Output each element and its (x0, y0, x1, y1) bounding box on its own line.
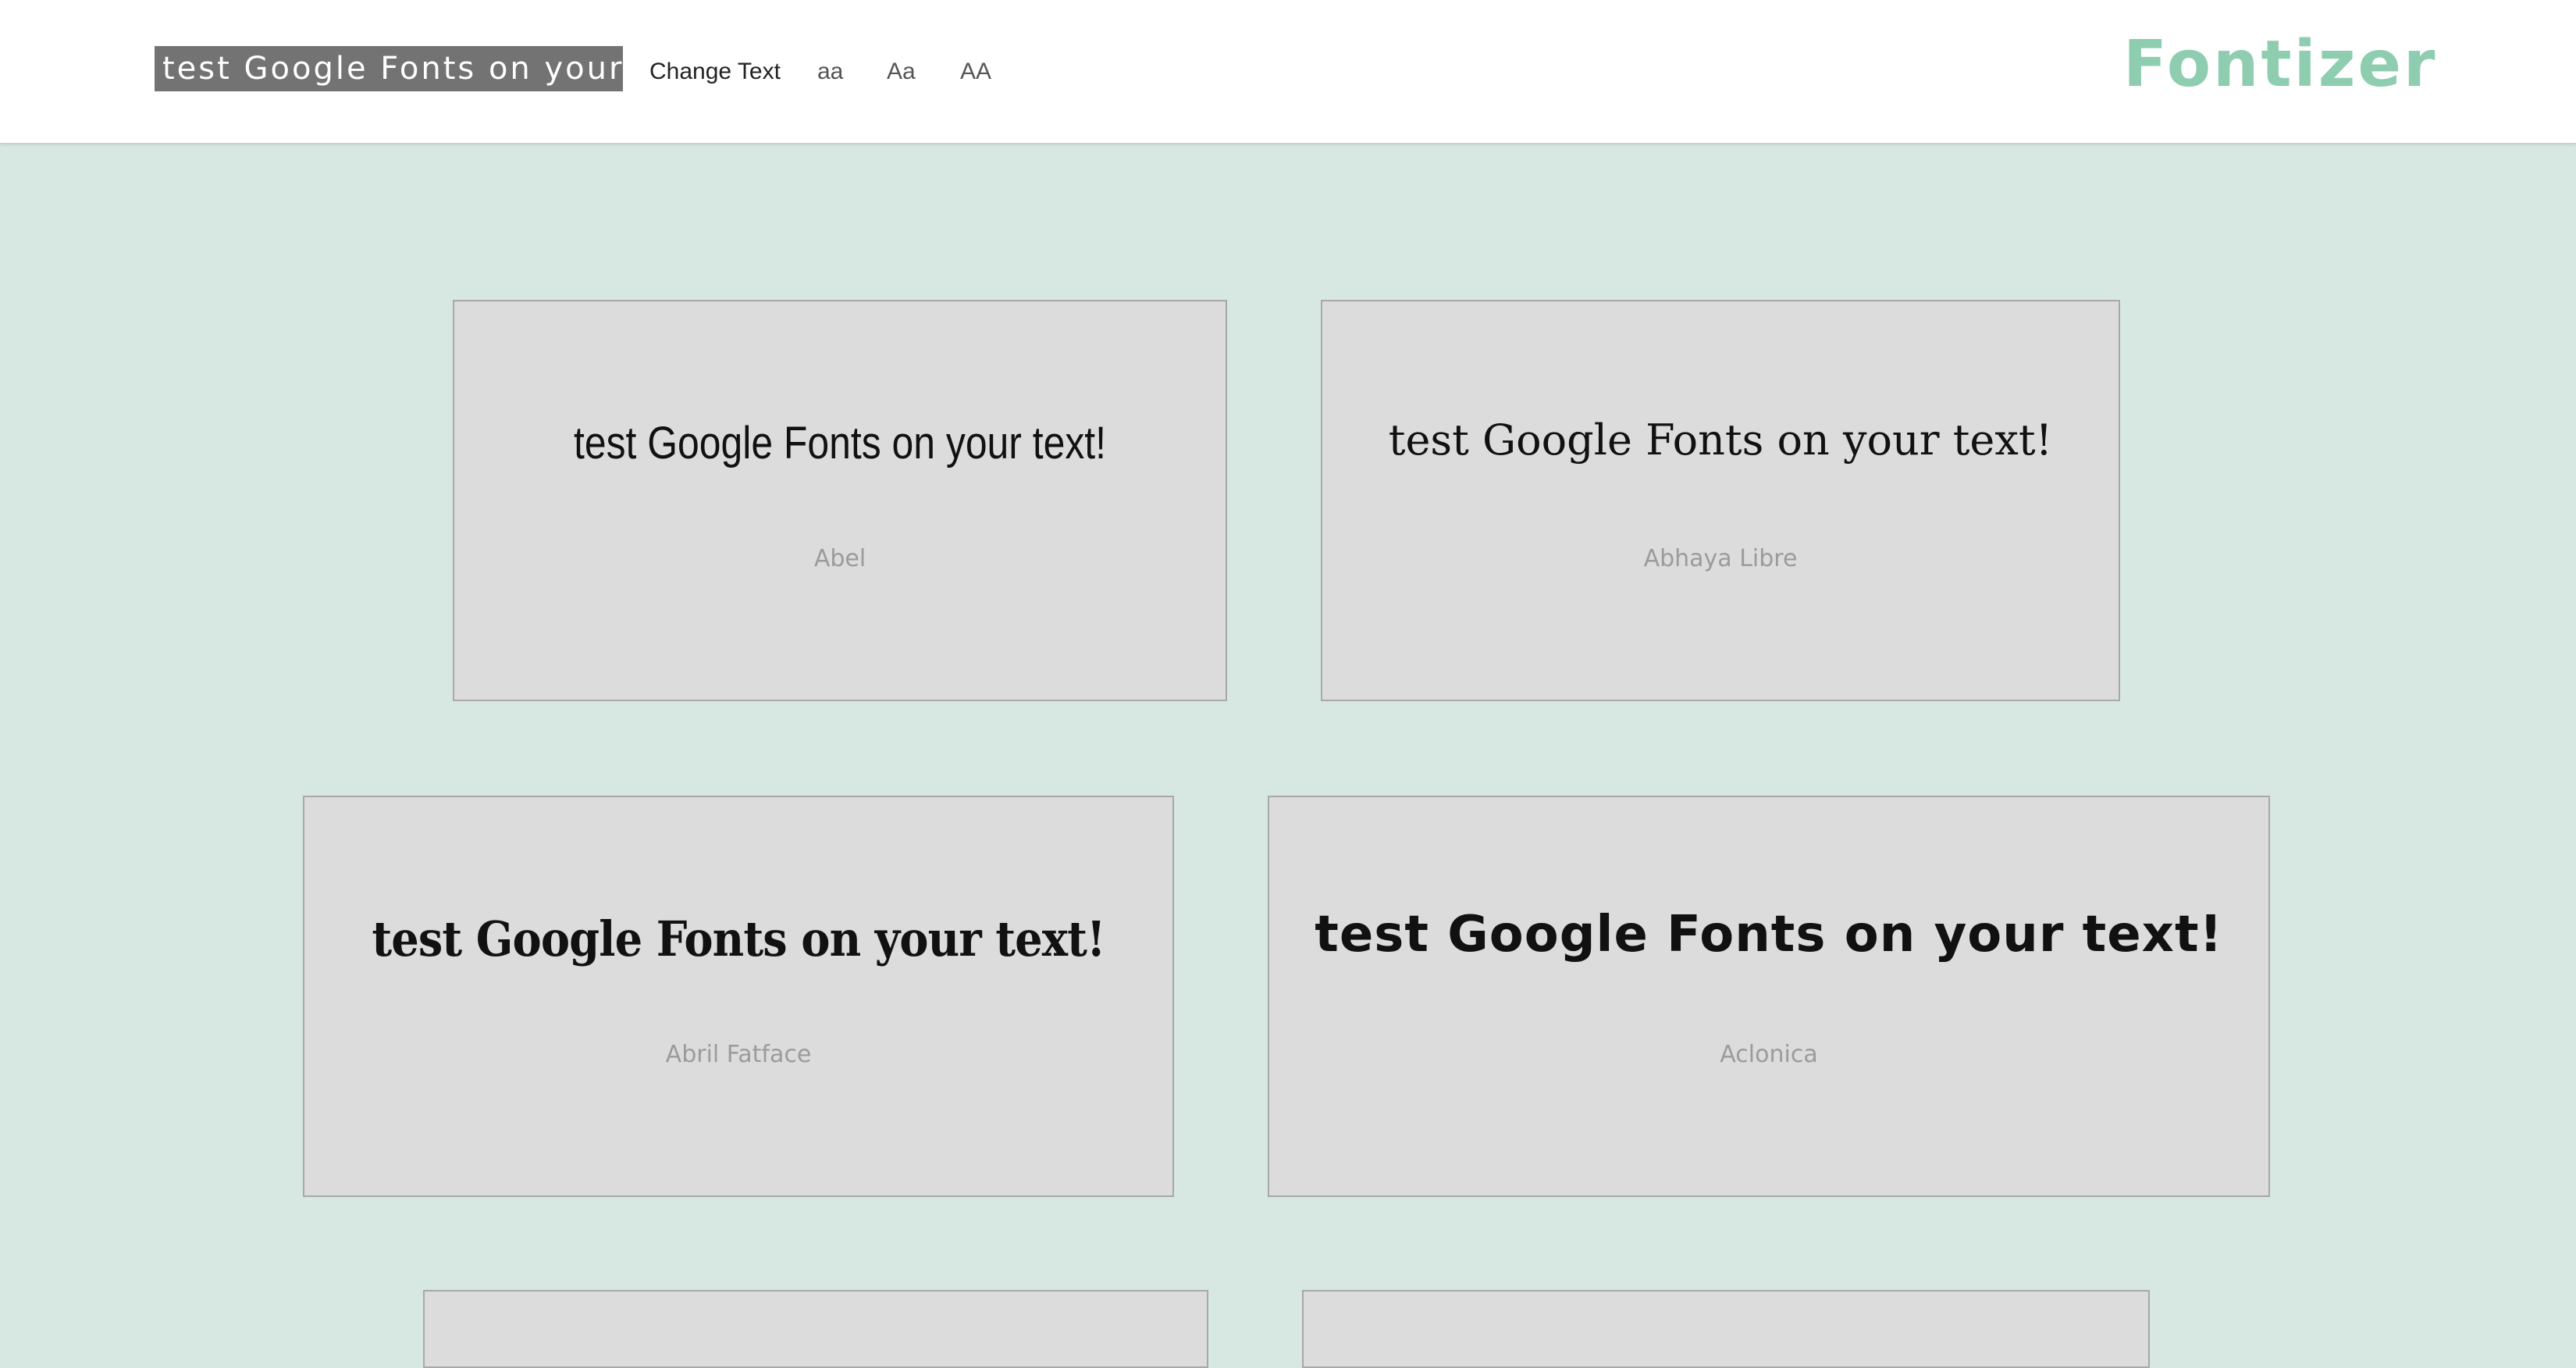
font-card-partial[interactable] (1302, 1290, 2150, 1368)
top-bar: Change Text aa Aa AA Fontizer (0, 0, 2576, 143)
uppercase-button[interactable]: AA (960, 53, 991, 91)
titlecase-button[interactable]: Aa (887, 53, 916, 91)
font-sample-text: test Google Fonts on your text! (372, 910, 1105, 967)
font-name-label: Abhaya Libre (1643, 545, 1798, 572)
fontizer-logo[interactable]: Fontizer (2123, 22, 2438, 108)
sample-text-input[interactable] (155, 46, 623, 91)
font-name-label: Abril Fatface (665, 1041, 812, 1068)
font-card-abhaya-libre[interactable]: test Google Fonts on your text! Abhaya L… (1321, 300, 2120, 701)
font-card-partial[interactable] (423, 1290, 1208, 1368)
font-name-label: Abel (813, 545, 866, 572)
font-sample-text: test Google Fonts on your text! (1388, 415, 2053, 465)
font-sample-text: test Google Fonts on your text! (1315, 906, 2223, 964)
font-card-abril-fatface[interactable]: test Google Fonts on your text! Abril Fa… (303, 796, 1174, 1197)
lowercase-button[interactable]: aa (817, 53, 843, 91)
font-card-aclonica[interactable]: test Google Fonts on your text! Aclonica (1268, 796, 2270, 1197)
font-name-label: Aclonica (1720, 1041, 1818, 1068)
font-card-abel[interactable]: test Google Fonts on your text! Abel (453, 300, 1227, 701)
font-sample-text: test Google Fonts on your text! (573, 418, 1107, 468)
change-text-button[interactable]: Change Text (649, 53, 781, 91)
